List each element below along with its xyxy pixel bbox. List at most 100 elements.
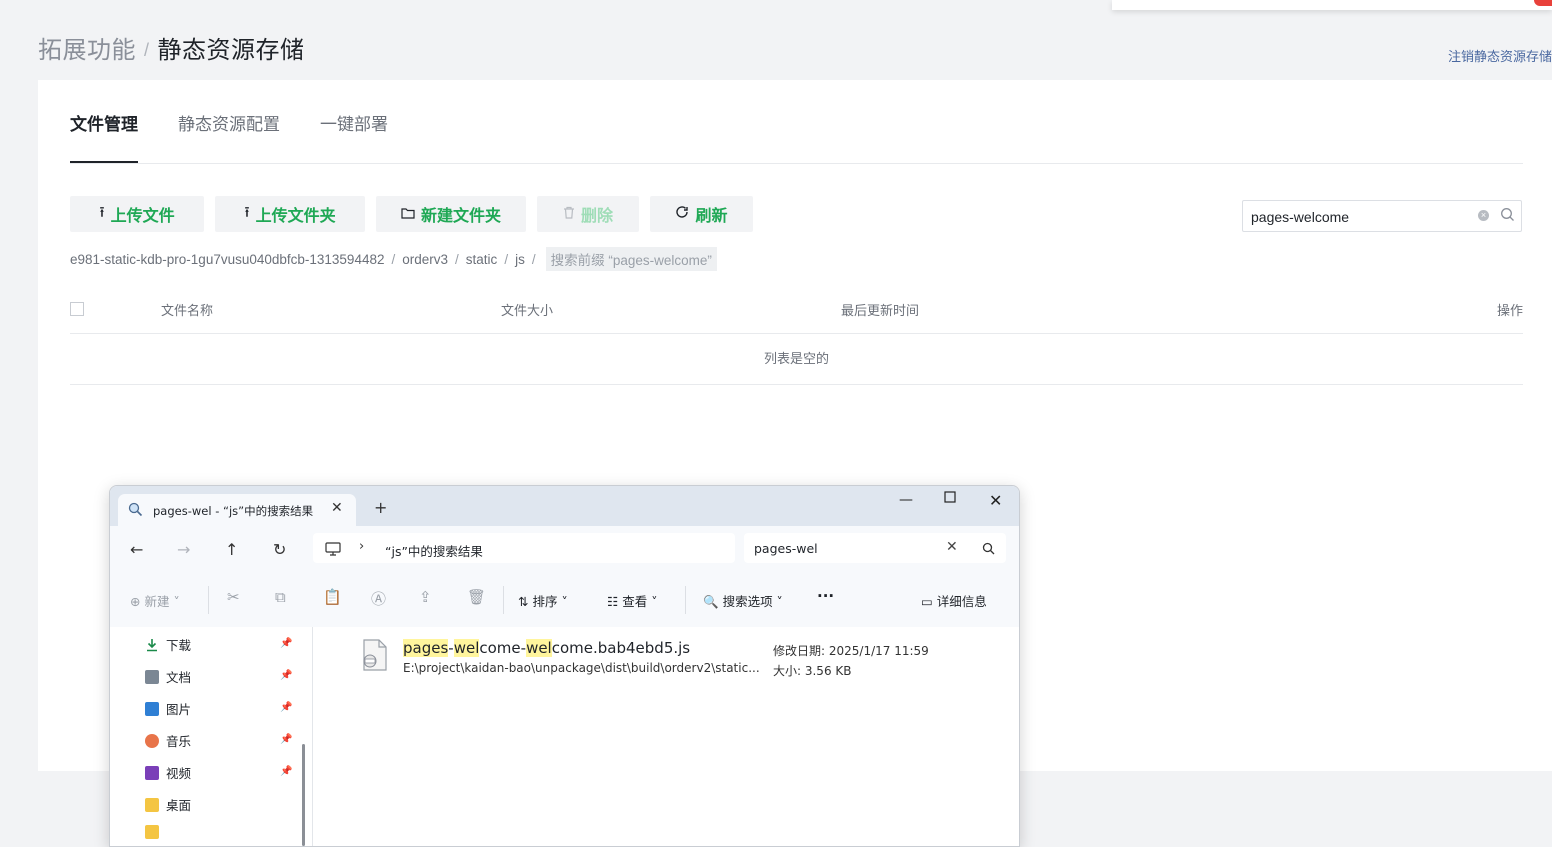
breadcrumb-parent[interactable]: 拓展功能	[38, 37, 136, 64]
toolbar-divider	[503, 586, 504, 614]
notification-dot	[1534, 0, 1552, 6]
sidebar-item-documents[interactable]: 文档	[145, 667, 191, 686]
sidebar-item-pictures[interactable]: 图片	[145, 699, 191, 718]
download-icon	[145, 638, 159, 652]
pin-icon[interactable]: 📌	[280, 702, 292, 713]
pin-icon[interactable]: 📌	[280, 766, 292, 777]
refresh-icon	[675, 205, 689, 223]
toolbar-divider	[685, 586, 686, 614]
table-header: 文件名称 文件大小 最后更新时间 操作	[70, 292, 1523, 334]
tab-one-click-deploy[interactable]: 一键部署	[320, 110, 388, 135]
explorer-navbar: ← → ↑ ↻ › “js”中的搜索结果 pages-wel ✕	[110, 526, 1019, 572]
delete-icon[interactable]: 🗑	[467, 588, 486, 606]
back-arrow-icon[interactable]: ←	[130, 540, 143, 559]
nav-pane-scrollbar[interactable]	[302, 744, 305, 846]
select-all-checkbox[interactable]	[70, 302, 84, 316]
forward-arrow-icon[interactable]: →	[177, 540, 190, 559]
new-item-label: 新建	[144, 594, 170, 609]
result-modified-date: 修改日期: 2025/1/17 11:59	[773, 644, 929, 658]
share-icon[interactable]: ⇪	[419, 588, 432, 606]
refresh-label: 刷新	[695, 208, 728, 225]
upload-file-button[interactable]: ⭱ 上传文件	[70, 196, 204, 232]
tab-file-management[interactable]: 文件管理	[70, 110, 138, 135]
details-pane-button[interactable]: ▭ 详细信息	[921, 591, 987, 610]
sidebar-label: 图片	[166, 702, 192, 717]
minimize-icon[interactable]: —	[899, 492, 913, 508]
music-icon	[145, 734, 159, 748]
explorer-search-text: pages-wel	[754, 541, 818, 556]
name-match-highlight: pages	[403, 639, 449, 657]
explorer-tab[interactable]: pages-wel - “js”中的搜索结果 ✕	[118, 494, 356, 526]
search-icon[interactable]	[982, 540, 995, 559]
sidebar-item-videos[interactable]: 视频	[145, 763, 191, 782]
folder-icon	[145, 825, 159, 839]
explorer-nav-pane: 下载 文档 图片 音乐 视频 桌面 📌 📌 📌 📌 📌	[110, 627, 312, 846]
file-search-input[interactable]	[1249, 205, 1473, 229]
column-actions: 操作	[1496, 303, 1523, 318]
column-file-size: 文件大小	[501, 303, 554, 318]
name-part: come-	[479, 639, 527, 657]
sidebar-item-downloads[interactable]: 下载	[145, 635, 191, 654]
explorer-search-box[interactable]: pages-wel ✕	[744, 533, 1006, 563]
upload-folder-button[interactable]: ⭱ 上传文件夹	[215, 196, 365, 232]
sidebar-label: 视频	[166, 766, 192, 781]
js-file-icon	[361, 639, 389, 675]
document-icon	[145, 670, 159, 684]
page-title: 静态资源存储	[157, 37, 305, 64]
clear-search-icon[interactable]: ×	[1478, 210, 1489, 221]
pin-icon[interactable]: 📌	[280, 638, 292, 649]
clear-search-icon[interactable]: ✕	[946, 539, 958, 555]
paste-icon[interactable]: 📋	[323, 588, 342, 606]
refresh-icon[interactable]: ↻	[273, 540, 286, 559]
view-button[interactable]: ☷ 查看 ˅	[607, 591, 657, 610]
close-tab-icon[interactable]: ✕	[331, 500, 343, 516]
name-match-highlight: wel	[526, 639, 552, 657]
sidebar-item-desktop[interactable]: 桌面	[145, 795, 191, 814]
page-breadcrumb: 拓展功能 / 静态资源存储	[38, 30, 305, 65]
tab-static-config[interactable]: 静态资源配置	[178, 110, 280, 135]
sidebar-item-music[interactable]: 音乐	[145, 731, 191, 750]
new-item-button[interactable]: ⊕ 新建 ˅	[130, 591, 180, 610]
delete-label: 删除	[580, 208, 613, 225]
search-results-pane: pages-welcome-welcome.bab4ebd5.js E:\pro…	[313, 627, 1019, 846]
name-part: -	[448, 639, 454, 657]
path-segment-js[interactable]: js	[515, 252, 525, 267]
path-segment-bucket[interactable]: e981-static-kdb-pro-1gu7vusu040dbfcb-131…	[70, 252, 384, 267]
cut-icon[interactable]: ✂	[227, 588, 240, 606]
search-options-label: 搜索选项	[722, 594, 773, 609]
copy-icon[interactable]: ⧉	[275, 588, 286, 606]
search-options-button[interactable]: 🔍 搜索选项 ˅	[703, 591, 783, 610]
path-segment-static[interactable]: static	[466, 252, 498, 267]
active-tab-indicator	[70, 161, 138, 163]
pin-icon[interactable]: 📌	[280, 734, 292, 745]
sort-icon: ⇅	[518, 594, 529, 609]
upload-icon: ⭱	[244, 203, 250, 221]
computer-icon	[325, 541, 341, 560]
sort-button[interactable]: ⇅ 排序 ˅	[518, 591, 568, 610]
address-bar[interactable]: › “js”中的搜索结果	[313, 533, 735, 563]
maximize-icon[interactable]	[944, 491, 956, 507]
delete-button[interactable]: 删除	[537, 196, 639, 232]
toolbar-divider	[208, 586, 209, 614]
up-arrow-icon[interactable]: ↑	[225, 540, 238, 559]
search-options-icon: 🔍	[703, 594, 719, 609]
explorer-tab-title: pages-wel - “js”中的搜索结果	[153, 504, 314, 518]
search-icon	[128, 502, 143, 521]
new-tab-icon[interactable]: +	[374, 498, 387, 517]
search-prefix-tag: 搜索前缀 “pages-welcome”	[545, 247, 717, 271]
explorer-titlebar: pages-wel - “js”中的搜索结果 ✕ + — ✕	[110, 486, 1019, 526]
search-icon[interactable]	[1500, 207, 1515, 227]
rename-icon[interactable]: Ⓐ	[371, 588, 386, 609]
close-window-icon[interactable]: ✕	[989, 491, 1002, 510]
upload-icon: ⭱	[99, 203, 105, 221]
trash-icon	[563, 206, 575, 223]
more-options-icon[interactable]: ···	[817, 587, 834, 605]
new-folder-button[interactable]: 新建文件夹	[376, 196, 526, 232]
path-segment-orderv3[interactable]: orderv3	[402, 252, 448, 267]
view-list-icon: ☷	[607, 594, 619, 609]
pin-icon[interactable]: 📌	[280, 670, 292, 681]
storage-path-breadcrumb: e981-static-kdb-pro-1gu7vusu040dbfcb-131…	[70, 247, 717, 271]
deactivate-storage-link[interactable]: 注销静态资源存储	[1448, 46, 1552, 65]
refresh-button[interactable]: 刷新	[650, 196, 753, 232]
explorer-toolbar: ⊕ 新建 ˅ ✂ ⧉ 📋 Ⓐ ⇪ 🗑 ⇅ 排序 ˅ ☷ 查看 ˅ 🔍 搜索选项 …	[110, 572, 1019, 628]
